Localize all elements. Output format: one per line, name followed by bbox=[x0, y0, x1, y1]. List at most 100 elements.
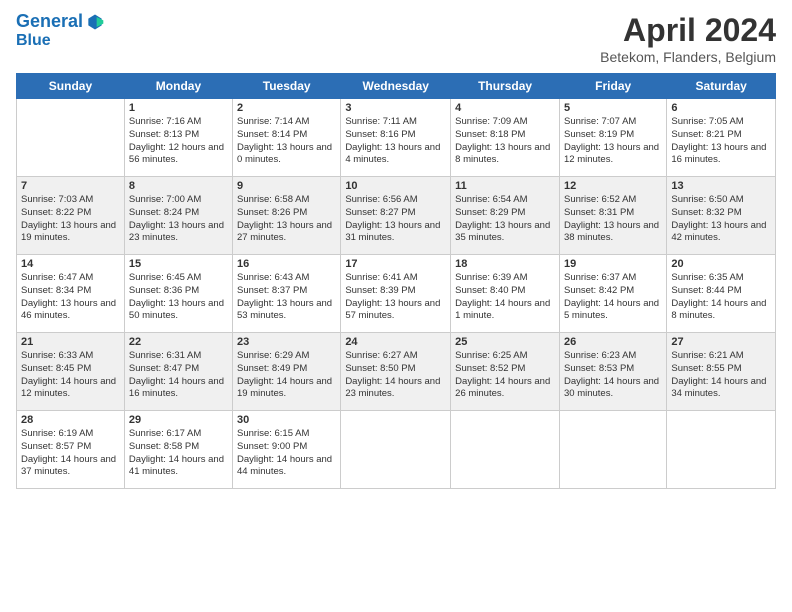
day-cell: 25 Sunrise: 6:25 AMSunset: 8:52 PMDaylig… bbox=[451, 333, 560, 411]
day-info: Sunrise: 6:29 AMSunset: 8:49 PMDaylight:… bbox=[237, 350, 336, 401]
day-number: 28 bbox=[21, 414, 120, 426]
day-cell: 12 Sunrise: 6:52 AMSunset: 8:31 PMDaylig… bbox=[559, 177, 666, 255]
day-cell: 11 Sunrise: 6:54 AMSunset: 8:29 PMDaylig… bbox=[451, 177, 560, 255]
day-cell: 16 Sunrise: 6:43 AMSunset: 8:37 PMDaylig… bbox=[233, 255, 341, 333]
day-cell: 20 Sunrise: 6:35 AMSunset: 8:44 PMDaylig… bbox=[667, 255, 776, 333]
day-info: Sunrise: 7:07 AMSunset: 8:19 PMDaylight:… bbox=[564, 116, 662, 167]
col-monday: Monday bbox=[124, 74, 232, 99]
day-info: Sunrise: 6:15 AMSunset: 9:00 PMDaylight:… bbox=[237, 428, 336, 479]
day-cell: 19 Sunrise: 6:37 AMSunset: 8:42 PMDaylig… bbox=[559, 255, 666, 333]
day-cell bbox=[17, 99, 125, 177]
day-cell: 8 Sunrise: 7:00 AMSunset: 8:24 PMDayligh… bbox=[124, 177, 232, 255]
day-cell: 23 Sunrise: 6:29 AMSunset: 8:49 PMDaylig… bbox=[233, 333, 341, 411]
day-cell: 3 Sunrise: 7:11 AMSunset: 8:16 PMDayligh… bbox=[341, 99, 451, 177]
week-row-3: 14 Sunrise: 6:47 AMSunset: 8:34 PMDaylig… bbox=[17, 255, 776, 333]
day-info: Sunrise: 6:23 AMSunset: 8:53 PMDaylight:… bbox=[564, 350, 662, 401]
day-cell: 24 Sunrise: 6:27 AMSunset: 8:50 PMDaylig… bbox=[341, 333, 451, 411]
day-info: Sunrise: 6:50 AMSunset: 8:32 PMDaylight:… bbox=[671, 194, 771, 245]
day-number: 6 bbox=[671, 102, 771, 114]
location: Betekom, Flanders, Belgium bbox=[600, 49, 776, 65]
col-wednesday: Wednesday bbox=[341, 74, 451, 99]
week-row-5: 28 Sunrise: 6:19 AMSunset: 8:57 PMDaylig… bbox=[17, 411, 776, 489]
day-cell: 9 Sunrise: 6:58 AMSunset: 8:26 PMDayligh… bbox=[233, 177, 341, 255]
calendar-table: Sunday Monday Tuesday Wednesday Thursday… bbox=[16, 73, 776, 489]
day-info: Sunrise: 6:25 AMSunset: 8:52 PMDaylight:… bbox=[455, 350, 555, 401]
col-friday: Friday bbox=[559, 74, 666, 99]
day-number: 23 bbox=[237, 336, 336, 348]
day-number: 27 bbox=[671, 336, 771, 348]
week-row-4: 21 Sunrise: 6:33 AMSunset: 8:45 PMDaylig… bbox=[17, 333, 776, 411]
day-cell: 22 Sunrise: 6:31 AMSunset: 8:47 PMDaylig… bbox=[124, 333, 232, 411]
day-number: 21 bbox=[21, 336, 120, 348]
day-number: 25 bbox=[455, 336, 555, 348]
title-block: April 2024 Betekom, Flanders, Belgium bbox=[600, 12, 776, 65]
day-cell: 2 Sunrise: 7:14 AMSunset: 8:14 PMDayligh… bbox=[233, 99, 341, 177]
day-number: 26 bbox=[564, 336, 662, 348]
day-info: Sunrise: 6:43 AMSunset: 8:37 PMDaylight:… bbox=[237, 272, 336, 323]
day-info: Sunrise: 6:47 AMSunset: 8:34 PMDaylight:… bbox=[21, 272, 120, 323]
day-number: 10 bbox=[345, 180, 446, 192]
day-number: 13 bbox=[671, 180, 771, 192]
day-number: 12 bbox=[564, 180, 662, 192]
day-cell: 6 Sunrise: 7:05 AMSunset: 8:21 PMDayligh… bbox=[667, 99, 776, 177]
day-cell: 13 Sunrise: 6:50 AMSunset: 8:32 PMDaylig… bbox=[667, 177, 776, 255]
day-cell: 10 Sunrise: 6:56 AMSunset: 8:27 PMDaylig… bbox=[341, 177, 451, 255]
day-info: Sunrise: 6:19 AMSunset: 8:57 PMDaylight:… bbox=[21, 428, 120, 479]
day-number: 5 bbox=[564, 102, 662, 114]
day-info: Sunrise: 7:16 AMSunset: 8:13 PMDaylight:… bbox=[129, 116, 228, 167]
day-info: Sunrise: 6:45 AMSunset: 8:36 PMDaylight:… bbox=[129, 272, 228, 323]
week-row-2: 7 Sunrise: 7:03 AMSunset: 8:22 PMDayligh… bbox=[17, 177, 776, 255]
day-number: 16 bbox=[237, 258, 336, 270]
col-thursday: Thursday bbox=[451, 74, 560, 99]
logo: General Blue bbox=[16, 12, 105, 50]
day-cell: 1 Sunrise: 7:16 AMSunset: 8:13 PMDayligh… bbox=[124, 99, 232, 177]
day-info: Sunrise: 6:17 AMSunset: 8:58 PMDaylight:… bbox=[129, 428, 228, 479]
day-cell bbox=[559, 411, 666, 489]
day-cell: 28 Sunrise: 6:19 AMSunset: 8:57 PMDaylig… bbox=[17, 411, 125, 489]
header-row: Sunday Monday Tuesday Wednesday Thursday… bbox=[17, 74, 776, 99]
day-info: Sunrise: 7:09 AMSunset: 8:18 PMDaylight:… bbox=[455, 116, 555, 167]
col-sunday: Sunday bbox=[17, 74, 125, 99]
day-info: Sunrise: 6:21 AMSunset: 8:55 PMDaylight:… bbox=[671, 350, 771, 401]
day-info: Sunrise: 6:27 AMSunset: 8:50 PMDaylight:… bbox=[345, 350, 446, 401]
day-number: 22 bbox=[129, 336, 228, 348]
day-number: 14 bbox=[21, 258, 120, 270]
logo-icon bbox=[85, 12, 105, 32]
day-number: 7 bbox=[21, 180, 120, 192]
day-number: 17 bbox=[345, 258, 446, 270]
day-cell: 30 Sunrise: 6:15 AMSunset: 9:00 PMDaylig… bbox=[233, 411, 341, 489]
page-container: General Blue April 2024 Betekom, Flander… bbox=[0, 0, 792, 497]
day-number: 19 bbox=[564, 258, 662, 270]
day-info: Sunrise: 7:00 AMSunset: 8:24 PMDaylight:… bbox=[129, 194, 228, 245]
day-info: Sunrise: 7:03 AMSunset: 8:22 PMDaylight:… bbox=[21, 194, 120, 245]
logo-text: General bbox=[16, 12, 83, 32]
day-cell: 26 Sunrise: 6:23 AMSunset: 8:53 PMDaylig… bbox=[559, 333, 666, 411]
day-cell: 4 Sunrise: 7:09 AMSunset: 8:18 PMDayligh… bbox=[451, 99, 560, 177]
day-cell: 5 Sunrise: 7:07 AMSunset: 8:19 PMDayligh… bbox=[559, 99, 666, 177]
day-number: 29 bbox=[129, 414, 228, 426]
day-info: Sunrise: 6:39 AMSunset: 8:40 PMDaylight:… bbox=[455, 272, 555, 323]
day-cell: 29 Sunrise: 6:17 AMSunset: 8:58 PMDaylig… bbox=[124, 411, 232, 489]
day-cell bbox=[667, 411, 776, 489]
day-number: 11 bbox=[455, 180, 555, 192]
day-number: 8 bbox=[129, 180, 228, 192]
col-tuesday: Tuesday bbox=[233, 74, 341, 99]
day-number: 15 bbox=[129, 258, 228, 270]
header: General Blue April 2024 Betekom, Flander… bbox=[16, 12, 776, 65]
day-info: Sunrise: 6:33 AMSunset: 8:45 PMDaylight:… bbox=[21, 350, 120, 401]
day-cell bbox=[451, 411, 560, 489]
day-number: 3 bbox=[345, 102, 446, 114]
day-cell: 27 Sunrise: 6:21 AMSunset: 8:55 PMDaylig… bbox=[667, 333, 776, 411]
day-cell: 21 Sunrise: 6:33 AMSunset: 8:45 PMDaylig… bbox=[17, 333, 125, 411]
logo-text2: Blue bbox=[16, 32, 105, 50]
day-cell: 14 Sunrise: 6:47 AMSunset: 8:34 PMDaylig… bbox=[17, 255, 125, 333]
day-info: Sunrise: 6:41 AMSunset: 8:39 PMDaylight:… bbox=[345, 272, 446, 323]
day-cell: 18 Sunrise: 6:39 AMSunset: 8:40 PMDaylig… bbox=[451, 255, 560, 333]
day-number: 1 bbox=[129, 102, 228, 114]
month-title: April 2024 bbox=[600, 12, 776, 49]
day-info: Sunrise: 6:31 AMSunset: 8:47 PMDaylight:… bbox=[129, 350, 228, 401]
day-info: Sunrise: 6:58 AMSunset: 8:26 PMDaylight:… bbox=[237, 194, 336, 245]
day-number: 9 bbox=[237, 180, 336, 192]
day-info: Sunrise: 6:52 AMSunset: 8:31 PMDaylight:… bbox=[564, 194, 662, 245]
day-cell bbox=[341, 411, 451, 489]
